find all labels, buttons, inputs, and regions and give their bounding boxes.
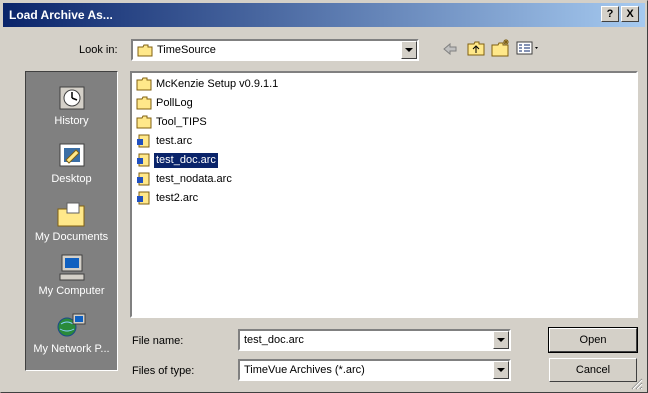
file-name: Tool_TIPS <box>156 116 207 128</box>
up-folder-icon[interactable] <box>467 40 485 56</box>
resize-grip-icon[interactable] <box>629 376 643 390</box>
help-button[interactable]: ? <box>601 6 619 22</box>
places-my-documents[interactable]: My Documents <box>26 200 117 243</box>
chevron-down-icon[interactable] <box>401 41 417 59</box>
places-bar: History Desktop My Documents My Computer… <box>25 71 118 371</box>
file-type-select[interactable]: TimeVue Archives (*.arc) <box>238 359 511 381</box>
archive-file-icon <box>137 191 150 205</box>
file-name: McKenzie Setup v0.9.1.1 <box>156 78 279 90</box>
folder-icon <box>136 115 152 129</box>
desktop-icon <box>59 143 84 167</box>
file-name: PollLog <box>156 97 193 109</box>
folder-icon <box>136 96 152 110</box>
archive-file-icon <box>137 172 150 186</box>
history-icon <box>59 86 84 110</box>
network-places-icon <box>57 313 85 337</box>
places-my-computer-label: My Computer <box>38 285 105 297</box>
file-name: test.arc <box>156 135 193 147</box>
close-button[interactable]: X <box>621 6 639 22</box>
file-type-label: Files of type: <box>132 365 195 377</box>
places-history-label: History <box>54 115 89 127</box>
file-name: test_doc.arc <box>154 153 218 168</box>
archive-file-icon <box>137 153 150 167</box>
title-bar[interactable]: Load Archive As... ? X <box>3 3 645 27</box>
file-name-label: File name: <box>132 335 184 347</box>
file-name: test_nodata.arc <box>156 173 232 185</box>
look-in-label: Look in: <box>79 44 118 56</box>
places-desktop-label: Desktop <box>51 173 92 185</box>
view-menu-icon[interactable] <box>516 41 542 56</box>
new-folder-icon[interactable] <box>491 39 511 57</box>
cancel-button[interactable]: Cancel <box>549 358 637 382</box>
places-my-computer[interactable]: My Computer <box>26 254 117 297</box>
look-in-combo[interactable]: TimeSource <box>131 39 419 61</box>
file-name-field[interactable]: test_doc.arc <box>238 329 511 351</box>
archive-file-icon <box>137 134 150 148</box>
places-network[interactable]: My Network P... <box>26 312 117 355</box>
chevron-down-icon[interactable] <box>493 361 509 379</box>
file-list[interactable]: McKenzie Setup v0.9.1.1 PollLog Tool_TIP… <box>130 71 638 318</box>
file-name-value[interactable]: test_doc.arc <box>244 334 304 346</box>
places-history[interactable]: History <box>26 84 117 127</box>
folder-icon <box>137 44 153 57</box>
places-desktop[interactable]: Desktop <box>26 142 117 185</box>
file-name: test2.arc <box>156 192 199 204</box>
back-arrow-icon[interactable] <box>442 42 458 56</box>
look-in-value: TimeSource <box>157 44 216 56</box>
my-documents-icon <box>57 202 84 227</box>
folder-icon <box>136 77 152 91</box>
load-archive-dialog: Load Archive As... ? X Look in: TimeSour… <box>0 0 648 393</box>
places-my-documents-label: My Documents <box>34 231 109 243</box>
dialog-title: Load Archive As... <box>9 8 113 22</box>
file-type-value: TimeVue Archives (*.arc) <box>244 364 365 376</box>
my-computer-icon <box>59 254 84 281</box>
open-button[interactable]: Open <box>548 327 638 353</box>
chevron-down-icon[interactable] <box>493 331 509 349</box>
places-network-label: My Network P... <box>33 343 110 355</box>
